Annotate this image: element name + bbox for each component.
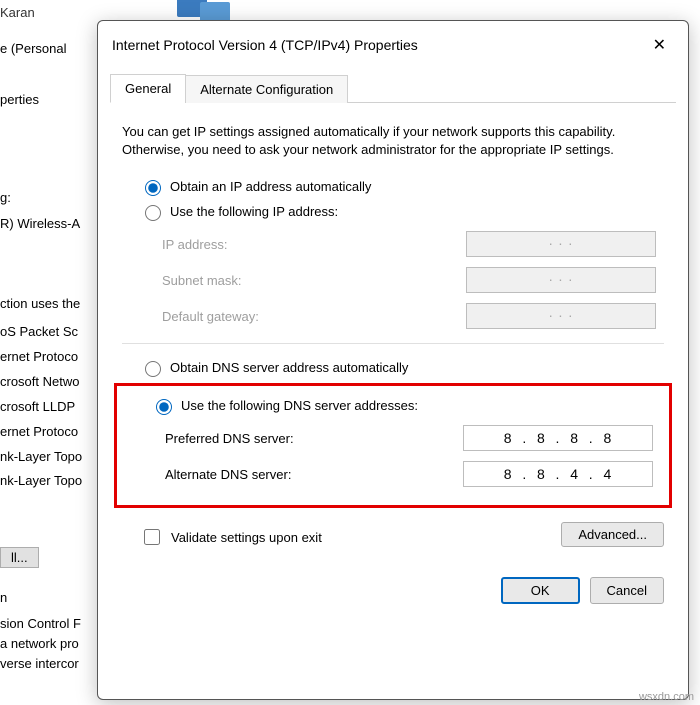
dns-auto-radio[interactable] <box>145 361 161 377</box>
dialog-title: Internet Protocol Version 4 (TCP/IPv4) P… <box>112 37 418 53</box>
gateway-input: . . . <box>466 303 656 329</box>
alternate-dns-label: Alternate DNS server: <box>165 467 291 482</box>
watermark: wsxdn.com <box>639 691 694 703</box>
install-button[interactable]: ll... <box>0 547 39 568</box>
parent-title: e (Personal <box>0 41 66 56</box>
ip-address-label: IP address: <box>162 237 228 252</box>
dns-manual-radio-row[interactable]: Use the following DNS server addresses: <box>151 396 661 415</box>
gateway-row: Default gateway: . . . <box>162 303 656 329</box>
dns-manual-radio[interactable] <box>156 399 172 415</box>
bg-user: Karan <box>0 5 35 20</box>
subnet-label: Subnet mask: <box>162 273 242 288</box>
ip-auto-label: Obtain an IP address automatically <box>170 179 371 194</box>
close-icon[interactable]: ✕ <box>645 31 674 59</box>
separator <box>122 343 664 344</box>
ipv4-properties-dialog: Internet Protocol Version 4 (TCP/IPv4) P… <box>97 20 689 700</box>
preferred-dns-row: Preferred DNS server: <box>165 425 653 451</box>
bg-item: crosoft Netwo <box>0 374 79 389</box>
tab-alternate[interactable]: Alternate Configuration <box>185 75 348 103</box>
ok-button[interactable]: OK <box>501 577 580 604</box>
highlight-box: Use the following DNS server addresses: … <box>114 383 672 508</box>
bg-item: nk-Layer Topo <box>0 473 82 488</box>
dialog-content: You can get IP settings assigned automat… <box>98 103 688 557</box>
bg-label: g: <box>0 190 11 205</box>
bg-desc: sion Control F <box>0 616 81 631</box>
validate-checkbox[interactable] <box>144 529 160 545</box>
cancel-button[interactable]: Cancel <box>590 577 664 604</box>
preferred-dns-label: Preferred DNS server: <box>165 431 294 446</box>
tab-general[interactable]: General <box>110 74 186 103</box>
ip-manual-label: Use the following IP address: <box>170 204 338 219</box>
bg-desc-head: n <box>0 590 7 605</box>
bg-item: ernet Protoco <box>0 424 78 439</box>
subnet-input: . . . <box>466 267 656 293</box>
dialog-footer: OK Cancel <box>98 557 688 624</box>
titlebar: Internet Protocol Version 4 (TCP/IPv4) P… <box>98 21 688 65</box>
bg-adapter: R) Wireless-A <box>0 216 80 231</box>
bg-item: nk-Layer Topo <box>0 449 82 464</box>
ip-auto-radio-row[interactable]: Obtain an IP address automatically <box>140 177 664 196</box>
ip-address-row: IP address: . . . <box>162 231 656 257</box>
ip-address-input: . . . <box>466 231 656 257</box>
preferred-dns-input[interactable] <box>463 425 653 451</box>
advanced-button[interactable]: Advanced... <box>561 522 664 547</box>
alternate-dns-row: Alternate DNS server: <box>165 461 653 487</box>
alternate-dns-input[interactable] <box>463 461 653 487</box>
dns-manual-label: Use the following DNS server addresses: <box>181 398 418 413</box>
gateway-label: Default gateway: <box>162 309 259 324</box>
validate-label: Validate settings upon exit <box>171 530 322 545</box>
ip-manual-radio[interactable] <box>145 205 161 221</box>
bg-item: oS Packet Sc <box>0 324 78 339</box>
intro-text: You can get IP settings assigned automat… <box>122 123 664 159</box>
dns-auto-radio-row[interactable]: Obtain DNS server address automatically <box>140 358 664 377</box>
dns-auto-label: Obtain DNS server address automatically <box>170 360 408 375</box>
tab-strip: General Alternate Configuration <box>110 73 676 103</box>
ip-manual-radio-row[interactable]: Use the following IP address: <box>140 202 664 221</box>
bg-desc: a network pro <box>0 636 79 651</box>
subnet-row: Subnet mask: . . . <box>162 267 656 293</box>
bg-desc: verse intercor <box>0 656 79 671</box>
bg-uses: ction uses the <box>0 296 80 311</box>
ip-auto-radio[interactable] <box>145 180 161 196</box>
bg-item: crosoft LLDP <box>0 399 75 414</box>
bg-tab: perties <box>0 92 39 107</box>
bg-item: ernet Protoco <box>0 349 78 364</box>
